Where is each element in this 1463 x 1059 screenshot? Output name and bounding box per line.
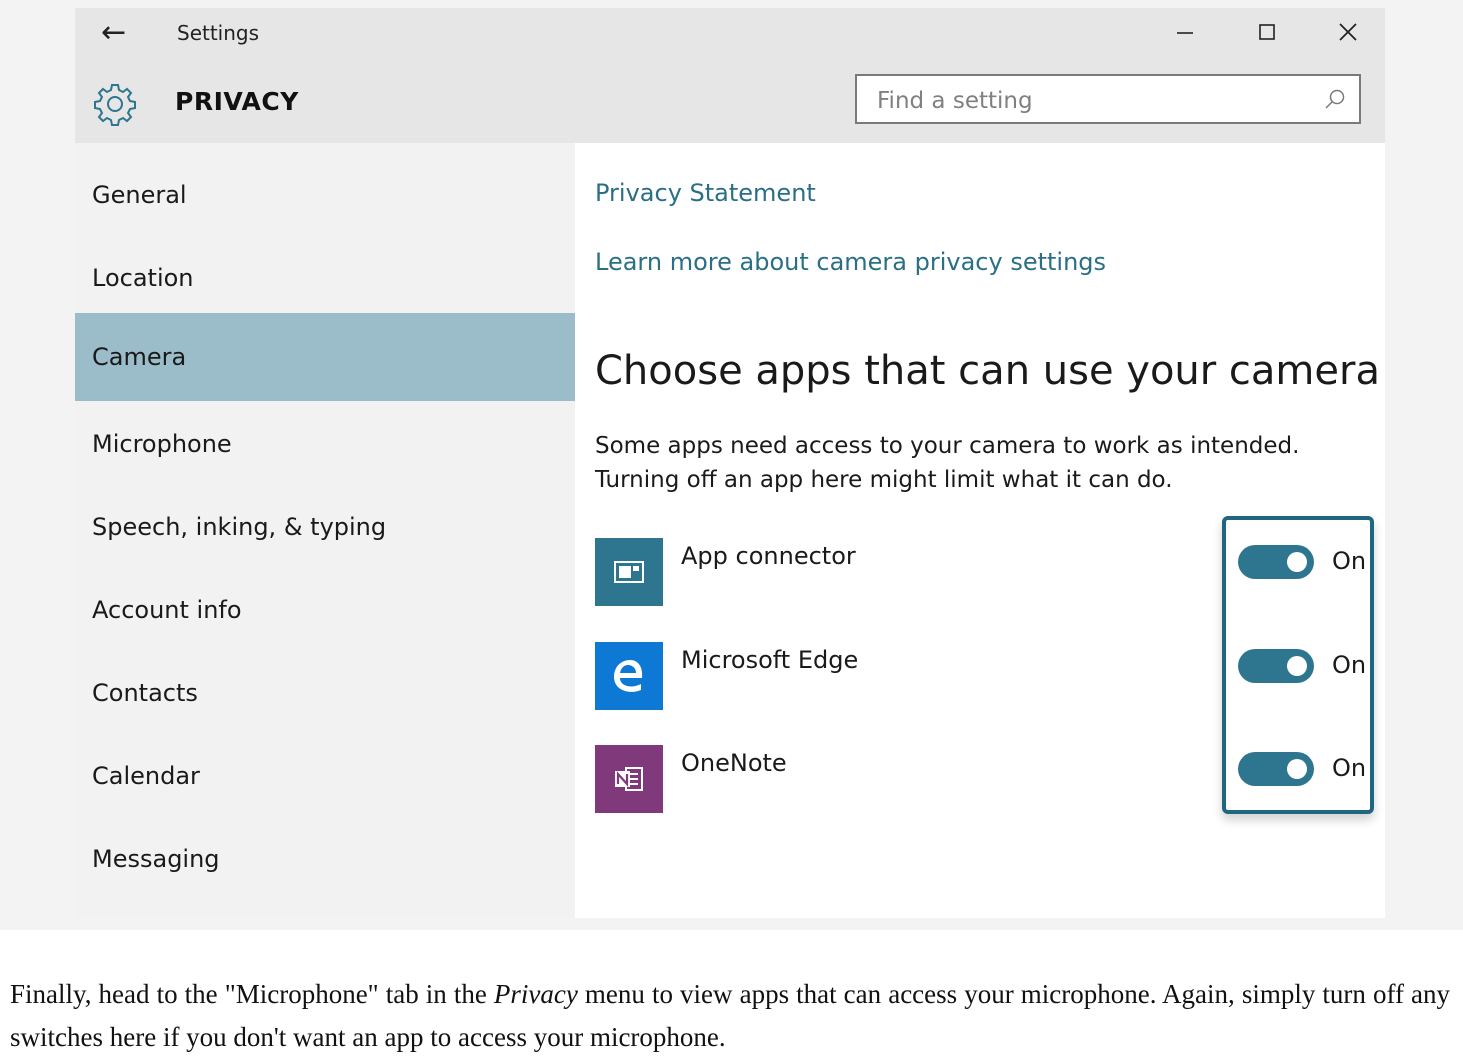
sidebar-item-contacts[interactable]: Contacts (75, 649, 575, 736)
microsoft-edge-toggle[interactable] (1238, 649, 1314, 683)
caption-emphasis: Privacy (493, 979, 578, 1009)
sidebar-item-general[interactable]: General (75, 151, 575, 238)
toggle-knob (1287, 552, 1307, 572)
sidebar-item-location[interactable]: Location (75, 234, 575, 321)
toggle-state-label: On (1332, 754, 1367, 782)
app-name: Microsoft Edge (681, 646, 859, 674)
caption-text: Finally, head to the "Microphone" tab in… (10, 979, 494, 1009)
sidebar-item-label: Speech, inking, & typing (92, 512, 387, 541)
sidebar: General Location Camera Microphone Speec… (75, 143, 575, 918)
sidebar-item-label: General (92, 180, 187, 209)
maximize-icon (1259, 24, 1275, 40)
sidebar-item-speech[interactable]: Speech, inking, & typing (75, 483, 575, 570)
toggle-knob (1287, 759, 1307, 779)
close-button[interactable] (1318, 8, 1378, 56)
main-content: Privacy Statement Learn more about camer… (575, 143, 1385, 918)
toggle-state-label: On (1332, 547, 1367, 575)
article-caption: Finally, head to the "Microphone" tab in… (10, 973, 1450, 1059)
settings-screenshot: ← Settings PRIVACY Find a setting Genera… (0, 0, 1463, 930)
app-connector-icon (595, 538, 663, 606)
settings-window: ← Settings PRIVACY Find a setting Genera… (75, 8, 1385, 918)
learn-more-link[interactable]: Learn more about camera privacy settings (595, 248, 1106, 276)
onenote-toggle[interactable] (1238, 752, 1314, 786)
onenote-icon (595, 745, 663, 813)
toggle-highlight-box: On On On (1222, 516, 1374, 814)
app-name: Settings (177, 21, 260, 45)
microsoft-edge-icon (595, 642, 663, 710)
sidebar-item-label: Calendar (92, 761, 200, 790)
privacy-statement-link[interactable]: Privacy Statement (595, 179, 816, 207)
search-input[interactable] (875, 85, 1299, 117)
maximize-button[interactable] (1237, 8, 1297, 56)
sidebar-item-account-info[interactable]: Account info (75, 566, 575, 653)
close-icon (1339, 23, 1357, 41)
app-name: OneNote (681, 749, 787, 777)
sidebar-item-label: Account info (92, 595, 242, 624)
sidebar-item-label: Contacts (92, 678, 198, 707)
sidebar-item-camera[interactable]: Camera (75, 313, 575, 401)
sidebar-item-label: Messaging (92, 844, 220, 873)
description-line-1: Some apps need access to your camera to … (595, 433, 1300, 459)
gear-icon (94, 84, 136, 126)
description-line-2: Turning off an app here might limit what… (595, 467, 1173, 493)
app-connector-toggle[interactable] (1238, 545, 1314, 579)
sidebar-item-messaging[interactable]: Messaging (75, 815, 575, 902)
sidebar-item-label: Microphone (92, 429, 232, 458)
minimize-icon (1177, 32, 1193, 34)
sidebar-item-calendar[interactable]: Calendar (75, 732, 575, 819)
toggle-knob (1287, 656, 1307, 676)
sidebar-item-microphone[interactable]: Microphone (75, 400, 575, 487)
app-name: App connector (681, 542, 856, 570)
search-box[interactable] (855, 74, 1361, 124)
toggle-state-label: On (1332, 651, 1367, 679)
search-icon[interactable] (1323, 88, 1347, 112)
section-heading: Choose apps that can use your camera (595, 348, 1380, 394)
title-bar: ← Settings PRIVACY Find a setting (75, 8, 1385, 143)
page-title: PRIVACY (175, 87, 299, 116)
minimize-button[interactable] (1155, 8, 1215, 56)
sidebar-item-label: Camera (92, 343, 187, 371)
sidebar-item-label: Location (92, 263, 194, 292)
arrow-left-icon[interactable]: ← (101, 18, 126, 48)
